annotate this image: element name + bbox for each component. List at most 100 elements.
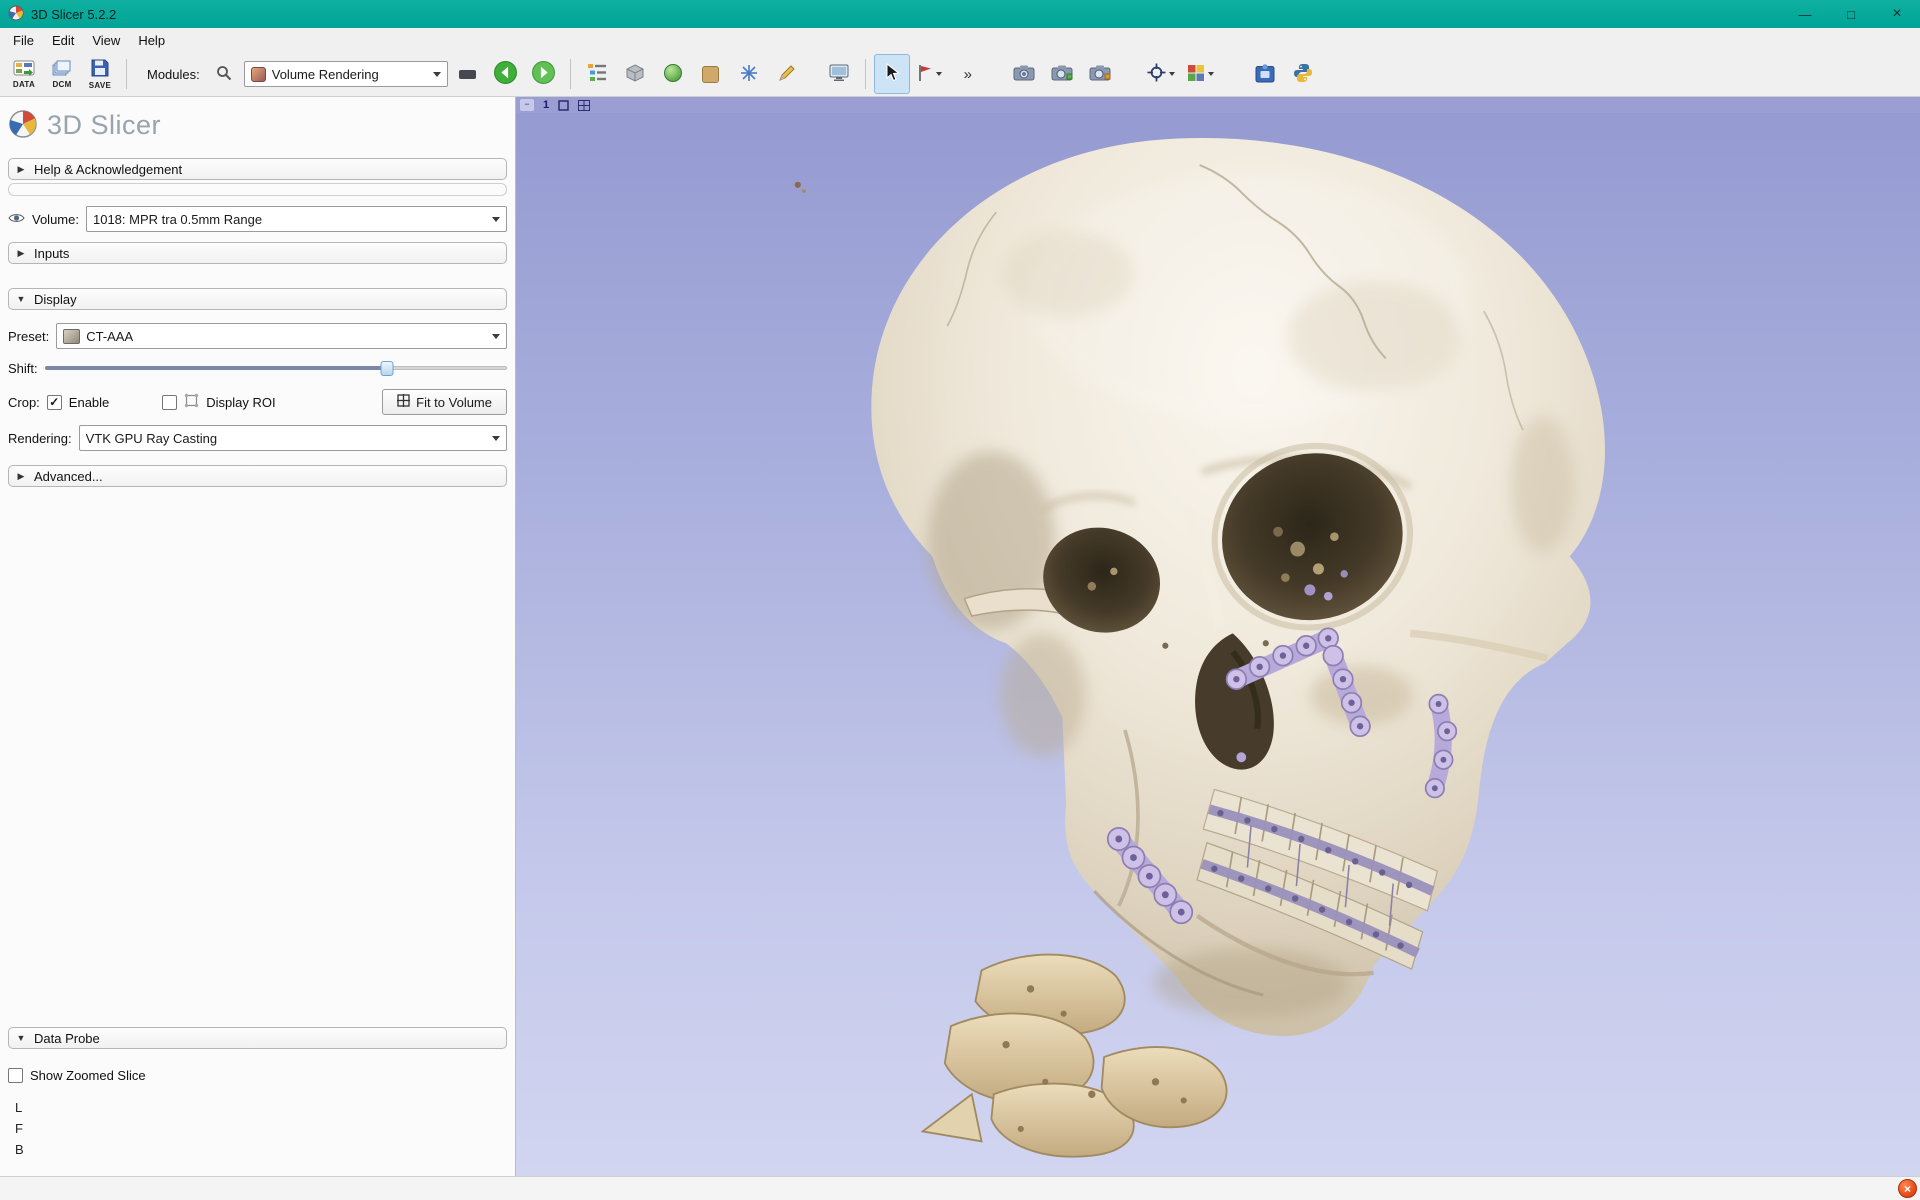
segment-editor-module-button[interactable] xyxy=(769,54,805,94)
rendering-row: Rendering: VTK GPU Ray Casting xyxy=(8,425,507,451)
menu-file[interactable]: File xyxy=(4,31,43,50)
probe-rows: L F B xyxy=(8,1097,507,1160)
skull-bone xyxy=(871,138,1605,1036)
threed-render-area[interactable] xyxy=(516,113,1920,1176)
next-module-icon xyxy=(531,60,556,88)
preset-selector-combo[interactable]: CT-AAA xyxy=(56,323,507,349)
module-search-button[interactable] xyxy=(206,54,242,94)
view-pin-button[interactable]: − xyxy=(520,99,534,111)
extensions-icon xyxy=(1255,63,1275,86)
maximize-button[interactable]: □ xyxy=(1828,0,1874,28)
chevron-down-icon[interactable] xyxy=(1208,72,1214,76)
display-section-header[interactable]: ▼ Display xyxy=(8,288,507,310)
toolbar-separator xyxy=(865,59,866,89)
dicom-icon xyxy=(52,60,72,79)
crop-enable-label[interactable]: Enable xyxy=(69,395,109,410)
probe-background-label: B xyxy=(8,1139,507,1160)
menu-help[interactable]: Help xyxy=(129,31,174,50)
cube-icon xyxy=(625,63,645,86)
help-section-header[interactable]: ▶ Help & Acknowledgement xyxy=(8,158,507,180)
threed-viewport: − 1 xyxy=(516,97,1920,1176)
monitor-icon xyxy=(829,64,849,85)
chevron-down-icon[interactable] xyxy=(1169,72,1175,76)
volumes-module-button[interactable] xyxy=(617,54,653,94)
transforms-module-button[interactable] xyxy=(693,54,729,94)
roi-box-icon xyxy=(184,393,199,411)
window-controls: — □ × xyxy=(1782,0,1920,28)
layout-selector-button[interactable] xyxy=(821,54,857,94)
shift-slider[interactable] xyxy=(45,358,507,378)
volume-row: Volume: 1018: MPR tra 0.5mm Range xyxy=(8,206,507,232)
menu-view[interactable]: View xyxy=(83,31,129,50)
display-roi-label[interactable]: Display ROI xyxy=(206,395,275,410)
previous-module-icon xyxy=(493,60,518,88)
chevron-down-icon[interactable] xyxy=(936,72,942,76)
expand-arrow-icon: ▶ xyxy=(16,471,26,482)
inputs-section-label: Inputs xyxy=(34,246,69,261)
show-zoomed-label[interactable]: Show Zoomed Slice xyxy=(30,1068,146,1083)
fit-to-volume-button[interactable]: Fit to Volume xyxy=(382,389,507,415)
search-icon xyxy=(216,65,232,84)
python-console-button[interactable] xyxy=(1285,54,1321,94)
inputs-section-header[interactable]: ▶ Inputs xyxy=(8,242,507,264)
menubar: File Edit View Help xyxy=(0,28,1920,52)
volume-label: Volume: xyxy=(32,212,79,227)
camera-icon xyxy=(1013,64,1035,84)
help-section-body xyxy=(8,183,507,196)
view-maximize-button[interactable] xyxy=(558,100,569,111)
extensions-manager-button[interactable] xyxy=(1247,54,1283,94)
load-data-icon xyxy=(13,60,35,79)
display-section-label: Display xyxy=(34,292,77,307)
save-icon xyxy=(91,59,109,80)
close-button[interactable]: × xyxy=(1874,0,1920,28)
data-probe-panel: ▼ Data Probe Show Zoomed Slice L F B xyxy=(8,1027,507,1176)
toolbar-overflow-button[interactable]: » xyxy=(950,54,986,94)
slicer-logo: 3D Slicer xyxy=(8,105,507,145)
rendering-selector-combo[interactable]: VTK GPU Ray Casting xyxy=(79,425,507,451)
load-data-button[interactable]: DATA xyxy=(6,54,42,94)
preset-thumbnail-icon xyxy=(63,329,80,344)
slider-handle[interactable] xyxy=(380,361,393,376)
data-probe-label: Data Probe xyxy=(34,1031,100,1046)
statusbar: × xyxy=(0,1176,1920,1200)
crosshair-icon xyxy=(1147,63,1166,85)
volume-selector-combo[interactable]: 1018: MPR tra 0.5mm Range xyxy=(86,206,507,232)
data-module-button[interactable] xyxy=(579,54,615,94)
scene-view-button[interactable] xyxy=(1044,54,1080,94)
collapse-arrow-icon: ▼ xyxy=(16,1033,26,1043)
error-log-button[interactable]: × xyxy=(1898,1179,1917,1198)
show-zoomed-checkbox[interactable] xyxy=(8,1068,23,1083)
save-scene-button[interactable]: SAVE xyxy=(82,54,118,94)
screenshot-button[interactable] xyxy=(1006,54,1042,94)
view-layout-grid-button[interactable] xyxy=(578,100,590,111)
advanced-section-header[interactable]: ▶ Advanced... xyxy=(8,465,507,487)
main-toolbar: DATA DCM SAVE Modules: Volume Rendering xyxy=(0,52,1920,97)
chevron-down-icon xyxy=(492,436,500,441)
crosshair-button[interactable] xyxy=(1142,54,1180,94)
advanced-section-label: Advanced... xyxy=(34,469,103,484)
display-roi-checkbox[interactable] xyxy=(162,395,177,410)
toolbar-separator xyxy=(570,59,571,89)
crop-row: Crop: ✓ Enable Display ROI Fit to Volume xyxy=(8,389,507,415)
next-module-button[interactable] xyxy=(526,54,562,94)
minimize-button[interactable]: — xyxy=(1782,0,1828,28)
pointer-mode-button[interactable] xyxy=(874,54,910,94)
place-markups-button[interactable] xyxy=(912,54,948,94)
module-selector-combo[interactable]: Volume Rendering xyxy=(244,61,448,87)
markups-module-button[interactable] xyxy=(731,54,767,94)
expand-arrow-icon: ▶ xyxy=(16,248,26,259)
rendering-label: Rendering: xyxy=(8,431,72,446)
data-probe-header[interactable]: ▼ Data Probe xyxy=(8,1027,507,1049)
slice-intersections-button[interactable] xyxy=(1182,54,1219,94)
camera-plus-icon xyxy=(1051,64,1073,84)
skull-3d-rendering xyxy=(516,113,1920,1176)
pencil-icon xyxy=(778,64,796,85)
load-dicom-button[interactable]: DCM xyxy=(44,54,80,94)
menu-edit[interactable]: Edit xyxy=(43,31,83,50)
crop-enable-checkbox[interactable]: ✓ xyxy=(47,395,62,410)
probe-layer-label: L xyxy=(8,1097,507,1118)
models-module-button[interactable] xyxy=(655,54,691,94)
previous-module-button[interactable] xyxy=(488,54,524,94)
module-history-button[interactable] xyxy=(450,54,486,94)
restore-scene-view-button[interactable] xyxy=(1082,54,1118,94)
